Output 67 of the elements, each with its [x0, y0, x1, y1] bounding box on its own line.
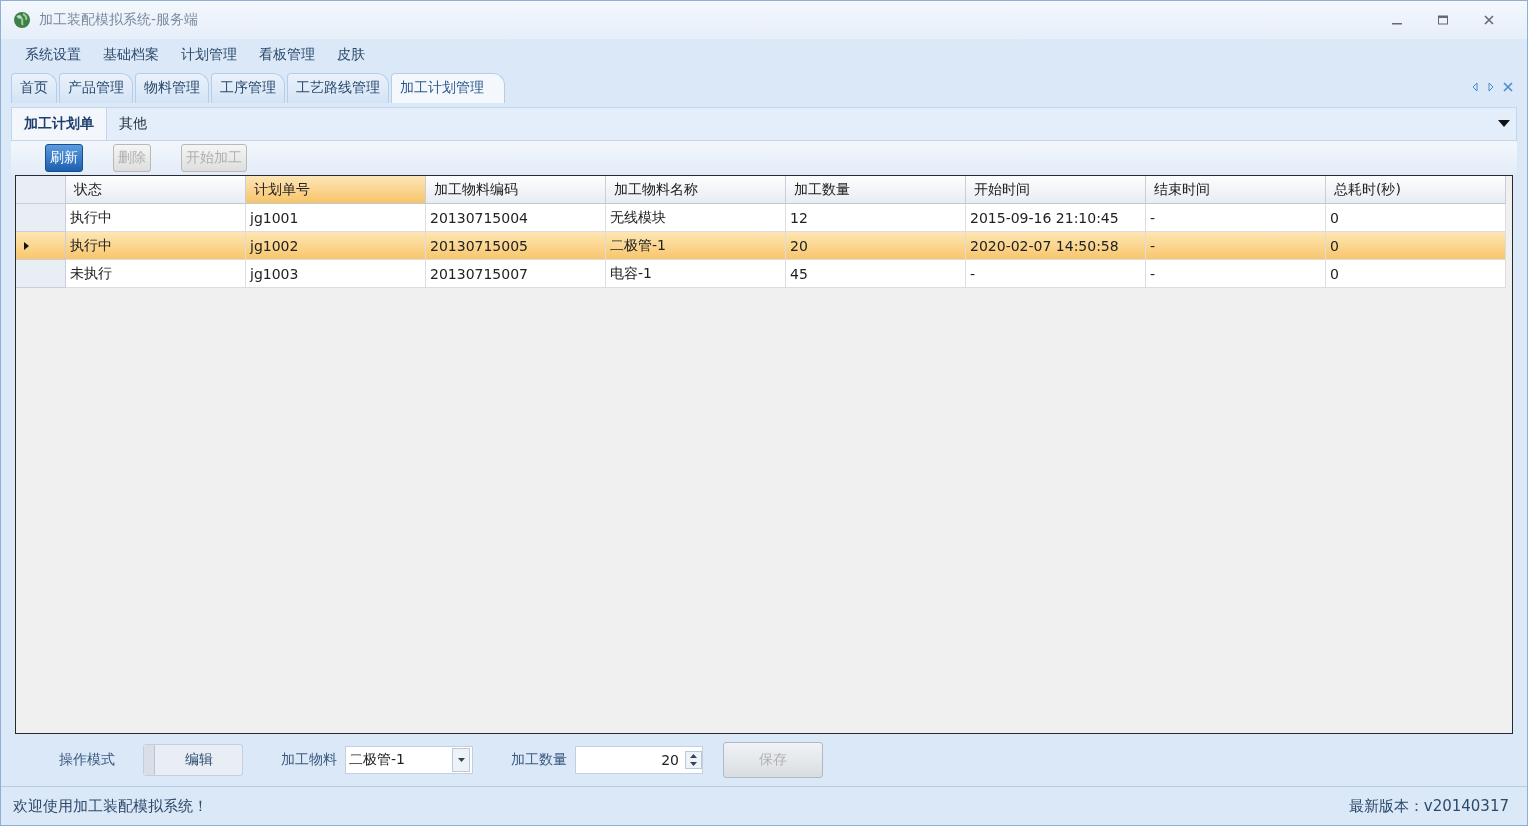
column-header[interactable]: 计划单号 — [246, 176, 426, 204]
document-tab[interactable]: 工序管理 — [211, 73, 285, 103]
document-tab[interactable]: 首页 — [11, 73, 57, 103]
menu-item[interactable]: 系统设置 — [25, 46, 81, 64]
document-tab[interactable]: 加工计划管理 — [391, 73, 505, 103]
material-dropdown[interactable]: 二极管-1 — [345, 746, 473, 774]
table-cell: 0 — [1326, 204, 1506, 232]
table-cell: 20130715004 — [426, 204, 606, 232]
field-label: 操作模式 — [59, 751, 115, 769]
current-row-icon — [24, 241, 29, 250]
table-cell: 执行中 — [66, 232, 246, 260]
table-cell: 未执行 — [66, 260, 246, 288]
column-header[interactable]: 开始时间 — [966, 176, 1146, 204]
table-cell: - — [1146, 260, 1326, 288]
column-header[interactable]: 加工物料编码 — [426, 176, 606, 204]
document-tab[interactable]: 工艺路线管理 — [287, 73, 389, 103]
table-cell: 电容-1 — [606, 260, 786, 288]
dropdown-arrow-icon[interactable] — [1498, 120, 1510, 128]
spin-up-icon[interactable] — [690, 754, 697, 758]
menu-item[interactable]: 计划管理 — [181, 46, 237, 64]
grid-corner-cell[interactable] — [16, 176, 66, 204]
column-header[interactable]: 加工物料名称 — [606, 176, 786, 204]
table-cell: 20130715007 — [426, 260, 606, 288]
ribbon-tab[interactable]: 其他 — [107, 108, 159, 140]
table-cell: jg1002 — [246, 232, 426, 260]
table-cell: 0 — [1326, 232, 1506, 260]
table-cell: jg1003 — [246, 260, 426, 288]
column-header[interactable]: 状态 — [66, 176, 246, 204]
globe-icon — [13, 11, 31, 29]
toolbar-button[interactable]: 刷新 — [45, 144, 83, 172]
table-cell: 2020-02-07 14:50:58 — [966, 232, 1146, 260]
status-message: 欢迎使用加工装配模拟系统！ — [13, 796, 208, 816]
table-cell: - — [1146, 232, 1326, 260]
maximize-icon[interactable] — [1437, 14, 1449, 26]
table-cell: jg1001 — [246, 204, 426, 232]
menu-item[interactable]: 看板管理 — [259, 46, 315, 64]
column-header[interactable]: 总耗时(秒) — [1326, 176, 1506, 204]
column-header[interactable]: 加工数量 — [786, 176, 966, 204]
table-cell: 0 — [1326, 260, 1506, 288]
table-cell: - — [966, 260, 1146, 288]
field-label: 加工数量 — [511, 751, 567, 769]
table-cell: 二极管-1 — [606, 232, 786, 260]
table-cell: 执行中 — [66, 204, 246, 232]
field-label: 加工物料 — [281, 751, 337, 769]
dropdown-arrow-icon[interactable] — [457, 758, 465, 762]
document-tab[interactable]: 物料管理 — [135, 73, 209, 103]
table-cell: 20130715005 — [426, 232, 606, 260]
window-title: 加工装配模拟系统-服务端 — [39, 11, 199, 29]
table-cell: 无线模块 — [606, 204, 786, 232]
mode-toggle[interactable]: 编辑 — [143, 744, 243, 776]
table-cell: 12 — [786, 204, 966, 232]
table-cell: 20 — [786, 232, 966, 260]
menu-item[interactable]: 基础档案 — [103, 46, 159, 64]
spin-down-icon[interactable] — [690, 762, 697, 766]
document-tab[interactable]: 产品管理 — [59, 73, 133, 103]
column-header[interactable]: 结束时间 — [1146, 176, 1326, 204]
close-icon[interactable] — [1483, 14, 1495, 26]
scroll-left-icon[interactable] — [1471, 82, 1479, 92]
menu-item[interactable]: 皮肤 — [337, 46, 365, 64]
table-cell: - — [1146, 204, 1326, 232]
table-cell: 45 — [786, 260, 966, 288]
close-icon[interactable] — [1503, 82, 1513, 92]
ribbon-tab[interactable]: 加工计划单 — [12, 108, 107, 140]
quantity-spinner[interactable]: 20 — [575, 746, 703, 774]
version-label: 最新版本：v20140317 — [1348, 796, 1509, 816]
scroll-right-icon[interactable] — [1487, 82, 1495, 92]
table-cell: 2015-09-16 21:10:45 — [966, 204, 1146, 232]
